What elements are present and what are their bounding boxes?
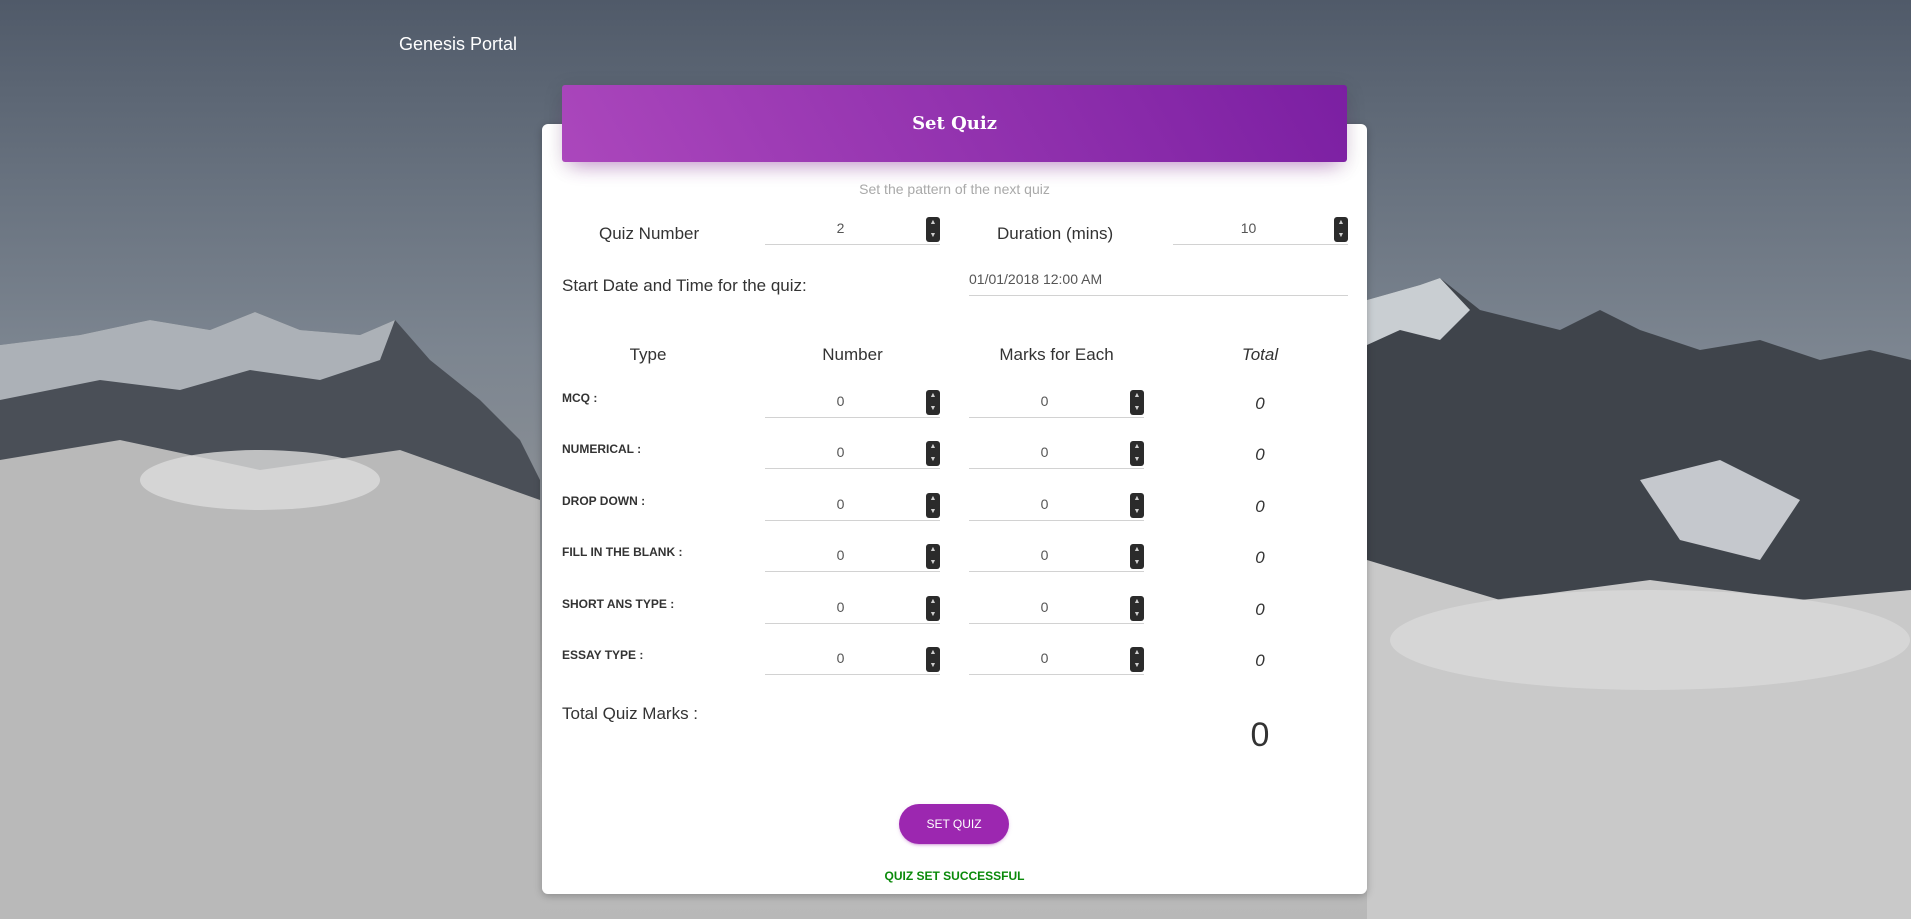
row-total-value: 0 (1255, 651, 1265, 670)
duration-value: 10 (1240, 220, 1257, 236)
question-count-input-value: 0 (836, 599, 845, 615)
quiz-number-label: Quiz Number (599, 224, 700, 243)
marks-each-input-value: 0 (1040, 444, 1049, 460)
marks-each-input-value: 0 (1040, 547, 1049, 563)
number-spinner-icon[interactable]: ▲ ▼ (1130, 441, 1144, 466)
number-spinner-icon[interactable]: ▲ ▼ (1130, 493, 1144, 518)
number-spinner-icon[interactable]: ▲ ▼ (1130, 544, 1144, 569)
brand-title[interactable]: Genesis Portal (399, 34, 517, 55)
number-spinner-icon[interactable]: ▲ ▼ (1334, 217, 1348, 242)
duration-input[interactable]: 10 ▲ ▼ (1173, 213, 1348, 245)
start-datetime-input[interactable]: 01/01/2018 12:00 AM (969, 264, 1348, 296)
question-count-input-value: 0 (836, 496, 845, 512)
set-quiz-button[interactable]: SET QUIZ (899, 804, 1009, 844)
marks-each-input-value: 0 (1040, 393, 1049, 409)
number-spinner-icon[interactable]: ▲ ▼ (926, 544, 940, 569)
marks-each-input[interactable]: 0 ▲ ▼ (969, 489, 1144, 521)
row-type-label: MCQ : (562, 391, 598, 405)
question-count-input[interactable]: 0 ▲ ▼ (765, 643, 940, 675)
row-total-value: 0 (1255, 445, 1265, 464)
row-type-label: ESSAY TYPE : (562, 648, 644, 662)
row-total-value: 0 (1255, 394, 1265, 413)
column-header-type: Type (629, 345, 667, 364)
number-spinner-icon[interactable]: ▲ ▼ (926, 493, 940, 518)
row-type-label: FILL IN THE BLANK : (562, 545, 683, 559)
start-datetime-label: Start Date and Time for the quiz: (562, 276, 807, 295)
question-count-input[interactable]: 0 ▲ ▼ (765, 437, 940, 469)
question-count-input[interactable]: 0 ▲ ▼ (765, 540, 940, 572)
column-header-total: Total (1241, 345, 1279, 364)
number-spinner-icon[interactable]: ▲ ▼ (926, 390, 940, 415)
number-spinner-icon[interactable]: ▲ ▼ (1130, 390, 1144, 415)
start-datetime-value: 01/01/2018 12:00 AM (969, 271, 1103, 287)
status-message: QUIZ SET SUCCESSFUL (884, 869, 1025, 883)
marks-each-input-value: 0 (1040, 650, 1049, 666)
marks-each-input[interactable]: 0 ▲ ▼ (969, 437, 1144, 469)
number-spinner-icon[interactable]: ▲ ▼ (1130, 596, 1144, 621)
question-count-input-value: 0 (836, 547, 845, 563)
marks-each-input[interactable]: 0 ▲ ▼ (969, 643, 1144, 675)
card-header-title: Set Quiz (562, 85, 1347, 162)
quiz-number-input[interactable]: 2 ▲ ▼ (765, 213, 940, 245)
row-total-value: 0 (1255, 497, 1265, 516)
duration-label: Duration (mins) (997, 224, 1114, 243)
column-header-number: Number (822, 345, 883, 364)
row-type-label: NUMERICAL : (562, 442, 642, 456)
question-count-input[interactable]: 0 ▲ ▼ (765, 592, 940, 624)
quiz-number-value: 2 (836, 220, 845, 236)
question-count-input-value: 0 (836, 650, 845, 666)
total-quiz-marks-label: Total Quiz Marks : (562, 704, 699, 723)
row-total-value: 0 (1255, 548, 1265, 567)
row-total-value: 0 (1255, 600, 1265, 619)
marks-each-input[interactable]: 0 ▲ ▼ (969, 592, 1144, 624)
question-count-input[interactable]: 0 ▲ ▼ (765, 386, 940, 418)
question-count-input[interactable]: 0 ▲ ▼ (765, 489, 940, 521)
marks-each-input-value: 0 (1040, 599, 1049, 615)
row-type-label: SHORT ANS TYPE : (562, 597, 675, 611)
marks-each-input[interactable]: 0 ▲ ▼ (969, 386, 1144, 418)
number-spinner-icon[interactable]: ▲ ▼ (926, 217, 940, 242)
number-spinner-icon[interactable]: ▲ ▼ (926, 441, 940, 466)
column-header-marks: Marks for Each (999, 345, 1114, 364)
marks-each-input-value: 0 (1040, 496, 1049, 512)
marks-each-input[interactable]: 0 ▲ ▼ (969, 540, 1144, 572)
question-count-input-value: 0 (836, 393, 845, 409)
row-type-label: DROP DOWN : (562, 494, 646, 508)
total-quiz-marks-value: 0 (1250, 716, 1270, 754)
question-count-input-value: 0 (836, 444, 845, 460)
number-spinner-icon[interactable]: ▲ ▼ (926, 596, 940, 621)
number-spinner-icon[interactable]: ▲ ▼ (1130, 647, 1144, 672)
card-subtitle: Set the pattern of the next quiz (859, 181, 1050, 197)
number-spinner-icon[interactable]: ▲ ▼ (926, 647, 940, 672)
